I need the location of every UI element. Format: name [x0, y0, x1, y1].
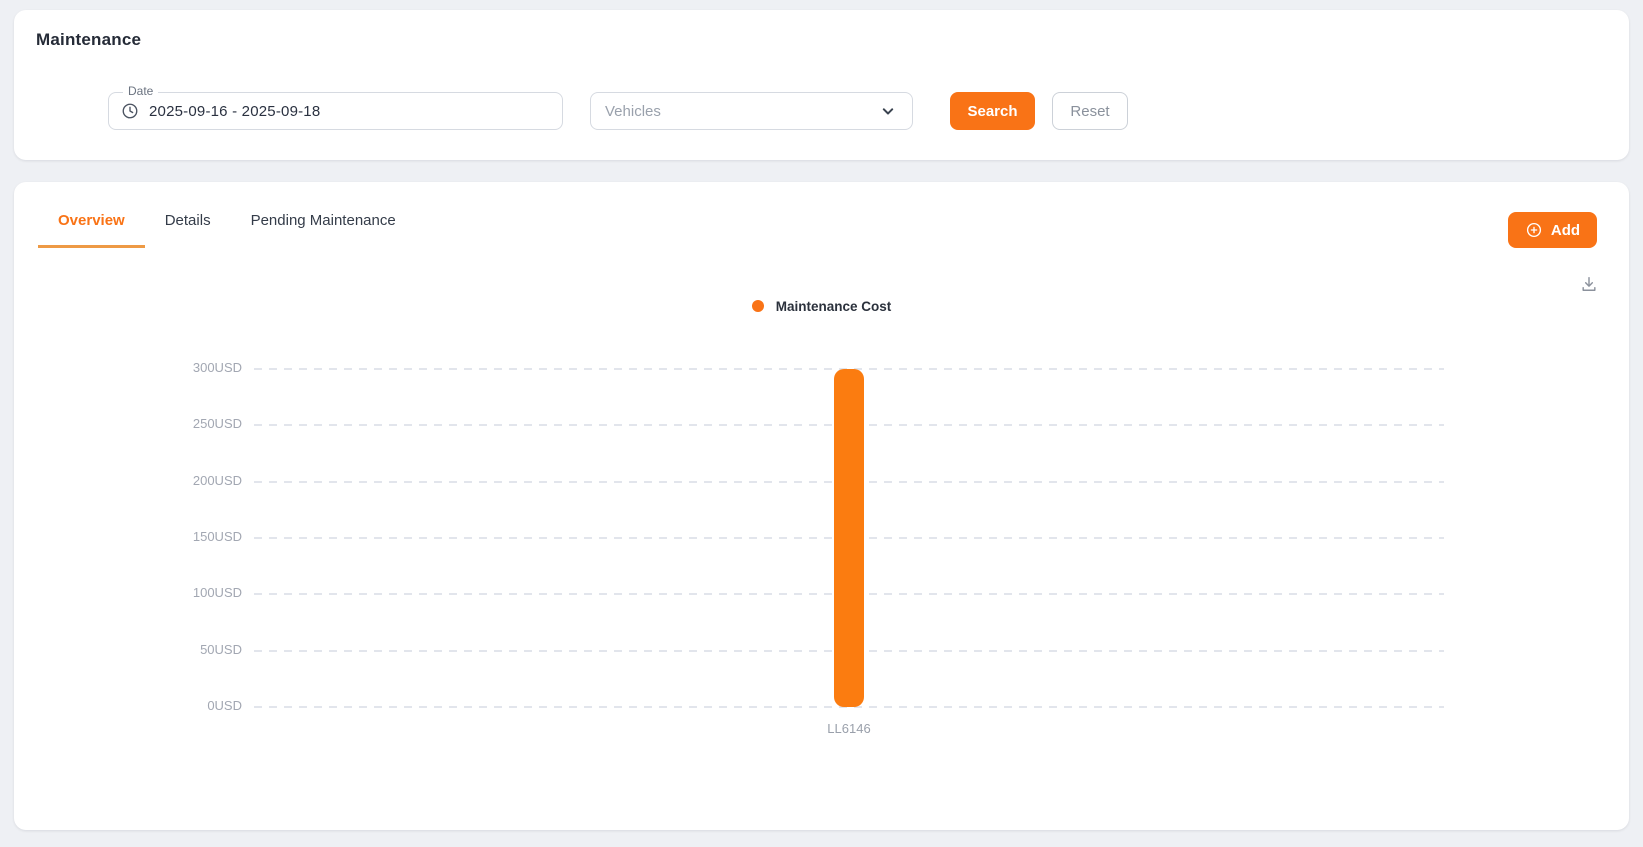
download-icon: [1579, 274, 1599, 294]
tab-details[interactable]: Details: [145, 182, 231, 248]
chevron-down-icon: [878, 101, 898, 121]
y-axis-tick-label: 300USD: [142, 360, 242, 375]
bar-LL6146[interactable]: [834, 369, 864, 707]
legend-label: Maintenance Cost: [776, 299, 892, 314]
vehicles-select[interactable]: Vehicles: [590, 92, 913, 130]
add-button[interactable]: Add: [1508, 212, 1597, 248]
vehicles-select-placeholder: Vehicles: [605, 103, 661, 120]
y-axis-tick-label: 200USD: [142, 473, 242, 488]
plot-area: 300USD250USD200USD150USD100USD50USD0USDL…: [254, 369, 1444, 707]
date-range-input[interactable]: Date 2025-09-16 - 2025-09-18: [108, 92, 563, 130]
y-axis-tick-label: 250USD: [142, 416, 242, 431]
tab-bar: Overview Details Pending Maintenance: [38, 182, 416, 248]
y-axis-tick-label: 50USD: [142, 642, 242, 657]
y-axis-tick-label: 150USD: [142, 529, 242, 544]
filter-card: Maintenance Date 2025-09-16 - 2025-09-18…: [14, 10, 1629, 160]
plus-circle-icon: [1525, 221, 1543, 239]
content-card: Overview Details Pending Maintenance Add…: [14, 182, 1629, 830]
date-range-value: 2025-09-16 - 2025-09-18: [149, 103, 320, 120]
legend-dot: [752, 300, 764, 312]
download-chart-button[interactable]: [1577, 272, 1601, 296]
page-title: Maintenance: [36, 30, 141, 50]
x-axis-tick-label: LL6146: [789, 721, 909, 736]
tab-overview[interactable]: Overview: [38, 182, 145, 248]
chart-legend-item[interactable]: Maintenance Cost: [14, 296, 1629, 316]
tab-pending-maintenance[interactable]: Pending Maintenance: [231, 182, 416, 248]
reset-button[interactable]: Reset: [1052, 92, 1128, 130]
date-field-label: Date: [123, 84, 158, 98]
y-axis-tick-label: 0USD: [142, 698, 242, 713]
y-axis-tick-label: 100USD: [142, 585, 242, 600]
search-button[interactable]: Search: [950, 92, 1035, 130]
clock-icon: [121, 102, 139, 120]
add-button-label: Add: [1551, 222, 1580, 239]
